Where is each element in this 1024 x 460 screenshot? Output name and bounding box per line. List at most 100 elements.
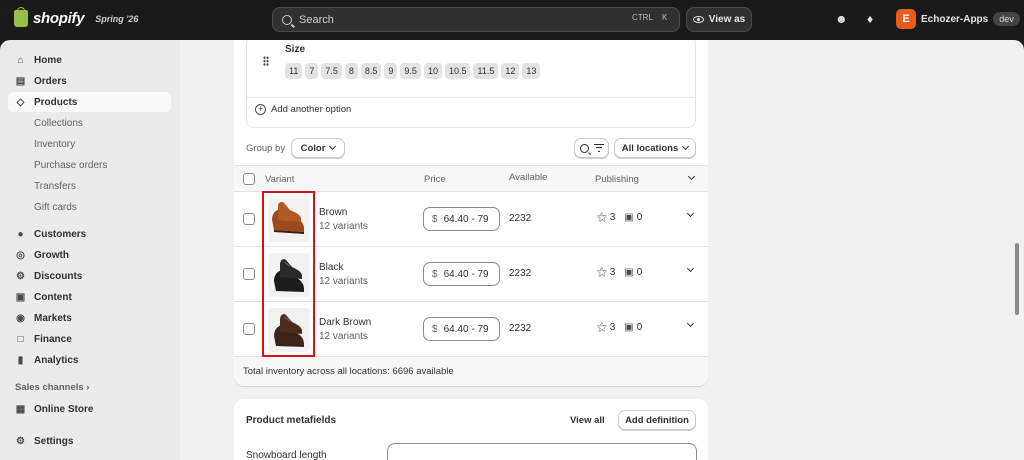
globe-icon: ◉: [16, 312, 25, 324]
option-value-chip: 10.5: [444, 63, 471, 79]
chevron-down-icon: [682, 142, 690, 151]
sidebar-sub-gift-cards[interactable]: Gift cards: [34, 202, 77, 213]
sidebar-sub-transfers[interactable]: Transfers: [34, 181, 76, 192]
sidebar-item-customers[interactable]: ● Customers: [8, 224, 171, 244]
price-field[interactable]: $ 64.40 - 79: [423, 317, 500, 341]
header-variant: Variant: [265, 174, 295, 185]
variant-name: Black: [319, 262, 344, 273]
row-checkbox[interactable]: [243, 323, 255, 335]
search-bar[interactable]: Search CTRL K: [272, 7, 680, 32]
sidebar-item-growth[interactable]: ◎ Growth: [8, 245, 171, 265]
price-value: 64.40 - 79: [443, 323, 489, 335]
search-placeholder: Search: [299, 13, 334, 26]
sidebar-item-discounts[interactable]: ⚙ Discounts: [8, 266, 171, 286]
header-available: Available: [509, 172, 548, 183]
sales-channels-heading[interactable]: Sales channels ›: [15, 382, 89, 393]
storefront-icon: ▦: [15, 403, 26, 415]
option-value-chip: 7: [305, 63, 319, 79]
variant-name: Brown: [319, 207, 348, 218]
sidebar-sub-purchase-orders[interactable]: Purchase orders: [34, 160, 107, 171]
variant-count: 12 variants: [319, 331, 368, 342]
notifications-bell-icon[interactable]: ♦: [867, 12, 873, 26]
plus-circle-icon: +: [255, 104, 266, 115]
currency-symbol: $: [432, 268, 438, 280]
shopify-bag-icon: [14, 7, 28, 27]
sidebar-item-home[interactable]: ⌂ Home: [8, 50, 171, 70]
collapse-all-chevron-icon[interactable]: [687, 172, 696, 181]
available-quantity: 2232: [509, 213, 532, 224]
sidebar-sub-inventory[interactable]: Inventory: [34, 139, 75, 150]
sidebar-item-label: Analytics: [34, 354, 79, 366]
sidebar-item-label: Products: [34, 96, 78, 108]
shopify-logo[interactable]: shopify Spring '26: [14, 7, 139, 27]
unpublished-count: 0: [636, 322, 643, 333]
edition-label: Spring '26: [95, 13, 139, 24]
target-icon: ◎: [16, 249, 25, 261]
sidebar-item-orders[interactable]: ▤ Orders: [8, 71, 171, 91]
drag-handle-icon[interactable]: [263, 56, 269, 66]
search-filter-button[interactable]: [574, 138, 609, 158]
sidebar-item-label: Growth: [34, 249, 69, 261]
expand-row-chevron-icon[interactable]: [686, 319, 695, 328]
option-value-chip: 11: [285, 63, 303, 79]
sidebar-item-products[interactable]: ◇ Products: [8, 92, 171, 112]
select-all-checkbox[interactable]: [243, 173, 255, 185]
row-checkbox[interactable]: [243, 213, 255, 225]
sales-channels-label: Sales channels: [15, 382, 84, 393]
sidebar-item-label: Home: [34, 54, 62, 66]
sidebar-item-analytics[interactable]: ▮ Analytics: [8, 350, 171, 370]
header-publishing: Publishing: [595, 174, 639, 185]
option-value-chip: 12: [501, 63, 520, 79]
gear-icon: ⚙: [16, 435, 25, 447]
currency-symbol: $: [432, 323, 438, 335]
group-by-label: Group by: [246, 143, 286, 154]
option-value-chip: 9.5: [400, 63, 421, 79]
sidebar-item-online-store[interactable]: ▦ Online Store: [8, 399, 171, 419]
sidebar-item-settings[interactable]: ⚙ Settings: [8, 431, 171, 451]
sidebar-item-label: Content: [34, 291, 72, 303]
sidebar-item-finance[interactable]: □ Finance: [8, 329, 171, 349]
price-value: 64.40 - 79: [443, 268, 489, 280]
option-value-chip: 8.5: [360, 63, 382, 79]
chevron-down-icon: [329, 142, 337, 151]
publishing-status: ⚝ 3 ▣ 0: [597, 212, 642, 223]
price-field[interactable]: $ 64.40 - 79: [423, 262, 500, 286]
sidebar-item-label: Markets: [34, 312, 72, 324]
locations-label: All locations: [621, 142, 679, 154]
markets-icon: ▣: [624, 267, 634, 278]
sidebar-sub-collections[interactable]: Collections: [34, 118, 83, 129]
view-as-label: View as: [708, 14, 746, 25]
expand-row-chevron-icon[interactable]: [686, 209, 695, 218]
add-definition-label: Add definition: [625, 414, 689, 426]
variant-count: 12 variants: [319, 221, 368, 232]
sidebar-item-label: Finance: [34, 333, 72, 345]
assistant-icon[interactable]: ☻: [835, 12, 848, 26]
thumbnail-highlight-box: [262, 191, 315, 357]
bank-icon: □: [17, 333, 24, 345]
store-avatar: E: [896, 9, 916, 29]
row-checkbox[interactable]: [243, 268, 255, 280]
sidebar-item-content[interactable]: ▣ Content: [8, 287, 171, 307]
sidebar-item-label: Discounts: [34, 270, 83, 282]
option-value-chip: 13: [522, 63, 541, 79]
sidebar-item-markets[interactable]: ◉ Markets: [8, 308, 171, 328]
divider: [247, 97, 695, 98]
option-value-chip: 7.5: [321, 63, 342, 79]
metafield-label: Snowboard length: [246, 450, 327, 460]
add-another-option-button[interactable]: + Add another option: [255, 104, 351, 115]
add-definition-button[interactable]: Add definition: [618, 410, 696, 430]
scrollbar-thumb[interactable]: [1015, 243, 1019, 315]
snowboard-length-input[interactable]: [387, 443, 697, 460]
channels-icon: ⚝: [597, 322, 607, 333]
option-values[interactable]: 11 7 7.5 8 8.5 9 9.5 10 10.5 11.5 12 13: [285, 63, 541, 79]
header-price: Price: [424, 174, 446, 185]
locations-select[interactable]: All locations: [614, 138, 696, 158]
view-as-button[interactable]: View as: [686, 7, 752, 32]
group-by-select[interactable]: Color: [291, 138, 345, 158]
price-field[interactable]: $ 64.40 - 79: [423, 207, 500, 231]
store-menu[interactable]: E Echozer-Apps dev: [896, 9, 1020, 29]
dev-badge: dev: [993, 12, 1020, 26]
inventory-total-footer: Total inventory across all locations: 66…: [234, 357, 708, 386]
expand-row-chevron-icon[interactable]: [686, 264, 695, 273]
view-all-link[interactable]: View all: [570, 415, 605, 426]
